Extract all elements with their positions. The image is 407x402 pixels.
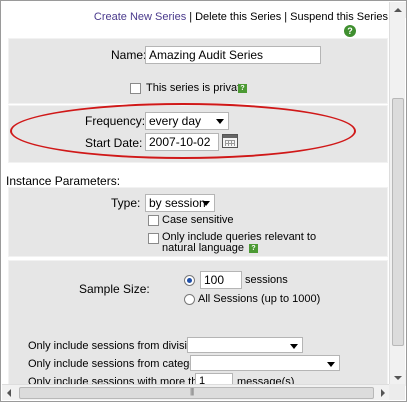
vertical-scroll-thumb[interactable]	[392, 98, 404, 346]
sample-panel: Sample Size: 100 sessions All Sessions (…	[8, 260, 388, 385]
category-select[interactable]	[190, 355, 340, 371]
delete-series-link[interactable]: Delete this Series	[195, 11, 281, 23]
series-name-input[interactable]: Amazing Audit Series	[145, 46, 321, 64]
highlight-ellipse	[10, 103, 356, 159]
chevron-down-icon	[202, 201, 210, 206]
scroll-up-arrow-icon[interactable]	[390, 2, 406, 18]
chevron-down-icon	[290, 344, 298, 349]
page-content: Create New Series | Delete this Series | Sus…	[2, 2, 390, 385]
question-mark-icon[interactable]: ?	[344, 25, 356, 37]
chevron-down-icon	[327, 362, 335, 367]
window-frame: Create New Series | Delete this Series | Sus…	[0, 0, 407, 402]
separator: |	[284, 11, 288, 23]
all-sessions-radio[interactable]	[184, 294, 195, 305]
case-sensitive-checkbox[interactable]	[148, 215, 159, 226]
top-bar: Create New Series | Delete this Series | Sus…	[2, 2, 390, 38]
name-label: Name:	[111, 48, 147, 62]
case-sensitive-label: Case sensitive	[162, 214, 234, 226]
type-select[interactable]: by session	[145, 194, 215, 212]
division-label: Only include sessions from division:	[28, 340, 203, 352]
division-select[interactable]	[187, 337, 303, 353]
create-new-series-link[interactable]: Create New Series	[94, 11, 186, 23]
instance-parameters-title: Instance Parameters:	[6, 174, 121, 188]
type-panel: Type: by session Case sensitive Only inc…	[8, 187, 388, 257]
category-label: Only include sessions from category:	[28, 358, 208, 370]
private-checkbox[interactable]	[130, 83, 141, 94]
natural-language-label-cont: natural language	[162, 242, 244, 254]
vertical-scrollbar[interactable]	[389, 2, 406, 386]
all-sessions-label: All Sessions (up to 1000)	[198, 293, 321, 305]
type-value: by session	[149, 196, 206, 210]
grip-icon: |||	[190, 387, 194, 396]
scroll-corner	[389, 384, 405, 400]
private-label: This series is private	[146, 82, 247, 94]
sessions-radio[interactable]	[184, 275, 195, 286]
suspend-series-link[interactable]: Suspend this Series	[290, 11, 388, 23]
question-mark-icon[interactable]: ?	[238, 84, 247, 93]
type-label: Type:	[111, 196, 141, 210]
horizontal-scrollbar[interactable]: |||	[2, 384, 391, 400]
natural-language-checkbox[interactable]	[148, 233, 159, 244]
horizontal-scroll-thumb[interactable]: |||	[19, 387, 374, 399]
separator: |	[189, 11, 193, 23]
sample-size-label: Sample Size:	[79, 282, 150, 296]
name-panel: Name: Amazing Audit Series This series i…	[8, 38, 388, 104]
scroll-left-arrow-icon[interactable]	[2, 385, 18, 401]
series-actions: Create New Series | Delete this Series | Sus…	[94, 11, 388, 23]
sessions-count-input[interactable]: 100	[200, 271, 242, 289]
sessions-unit: sessions	[245, 274, 288, 286]
question-mark-icon[interactable]: ?	[249, 244, 258, 253]
